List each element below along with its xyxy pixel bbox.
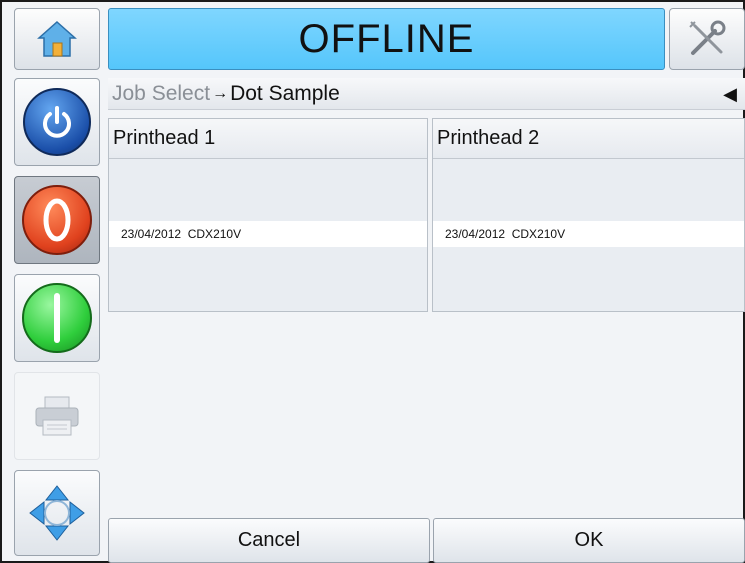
print-button[interactable] (14, 372, 100, 460)
home-button[interactable] (14, 8, 100, 70)
breadcrumb-parent[interactable]: Job Select (112, 82, 210, 106)
stop-icon (22, 185, 92, 255)
navigation-arrows-icon (29, 485, 85, 541)
ok-button[interactable]: OK (433, 518, 745, 563)
navigation-button[interactable] (14, 470, 100, 556)
tools-icon (689, 20, 726, 55)
breadcrumb: Job Select → Dot Sample ◀ (108, 78, 745, 110)
app-frame: OFFLINE Job Select → Dot Sample ◀ Printh… (0, 0, 745, 563)
printhead-2-panel: Printhead 2 23/04/2012 CDX210V (432, 118, 745, 312)
breadcrumb-separator-icon: → (212, 84, 229, 102)
start-button[interactable] (14, 274, 100, 362)
printer-icon (35, 396, 79, 436)
home-icon (37, 20, 77, 57)
printhead-1-selected-row[interactable]: 23/04/2012 CDX210V (109, 221, 427, 247)
status-bar: OFFLINE (108, 8, 665, 70)
start-icon (22, 283, 92, 353)
printhead-1-title: Printhead 1 (109, 119, 427, 159)
power-button[interactable] (14, 78, 100, 166)
breadcrumb-current: Dot Sample (230, 81, 340, 105)
back-arrow-icon[interactable]: ◀ (723, 84, 737, 105)
printhead-2-title: Printhead 2 (433, 119, 744, 159)
power-icon (23, 88, 91, 156)
printhead-1-panel: Printhead 1 23/04/2012 CDX210V (108, 118, 428, 312)
printhead-2-selected-row[interactable]: 23/04/2012 CDX210V (433, 221, 744, 247)
status-text: OFFLINE (298, 16, 475, 61)
cancel-button[interactable]: Cancel (108, 518, 430, 563)
tools-button[interactable] (669, 8, 745, 70)
stop-button[interactable] (14, 176, 100, 264)
